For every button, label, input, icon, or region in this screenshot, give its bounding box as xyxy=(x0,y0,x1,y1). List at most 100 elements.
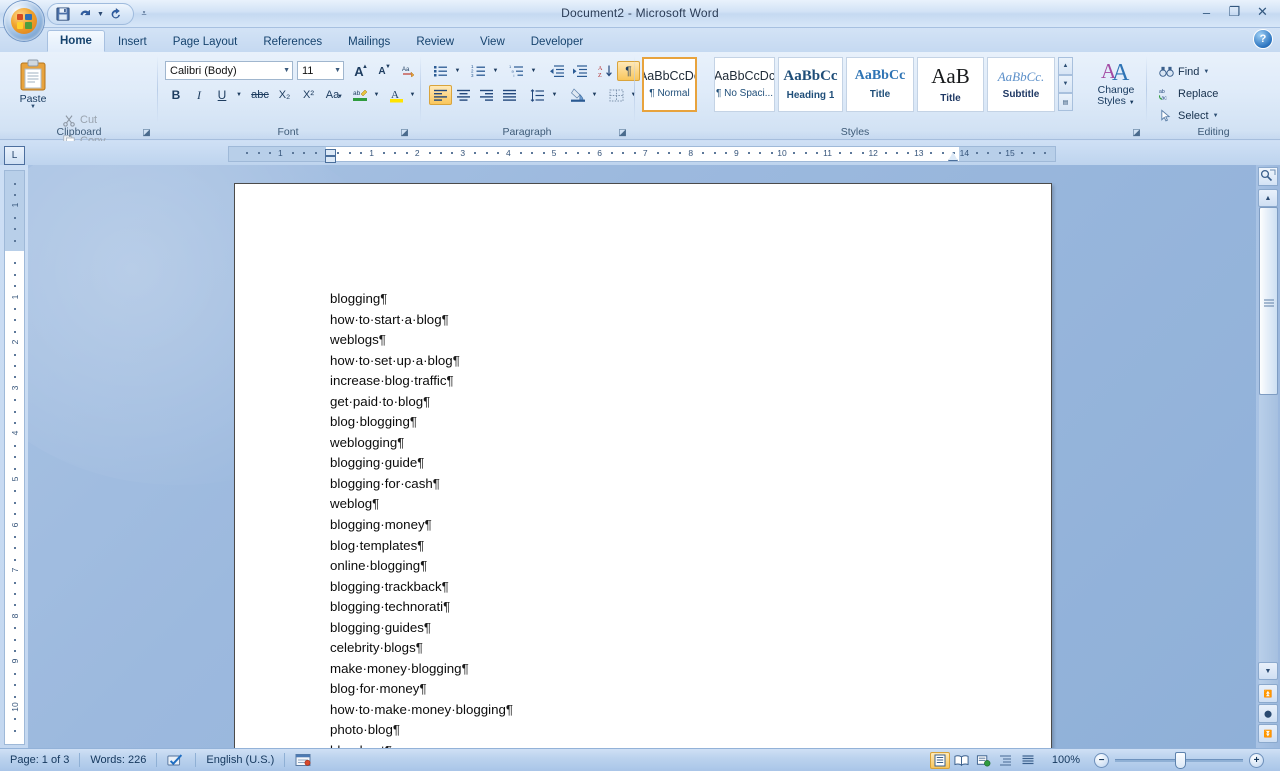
close-button[interactable]: ✕ xyxy=(1249,2,1276,22)
select-browse-object-small[interactable]: ⬤ xyxy=(1258,704,1278,723)
styles-dialog-launcher[interactable]: ◪ xyxy=(1131,127,1142,138)
zoom-level[interactable]: 100% xyxy=(1044,754,1088,766)
scrollbar-thumb[interactable] xyxy=(1259,207,1278,395)
clear-formatting-button[interactable]: Aa xyxy=(396,61,419,81)
align-left-button[interactable] xyxy=(429,85,452,105)
page-status[interactable]: Page: 1 of 3 xyxy=(0,749,79,771)
undo-icon[interactable] xyxy=(75,5,94,23)
tab-page-layout[interactable]: Page Layout xyxy=(160,30,251,52)
select-button[interactable]: Select ▼ xyxy=(1155,106,1223,125)
find-button[interactable]: Find ▼ xyxy=(1155,62,1213,81)
justify-button[interactable] xyxy=(498,85,521,105)
zoom-track[interactable] xyxy=(1115,759,1243,762)
change-styles-button[interactable]: A A ChangeStyles ▼ xyxy=(1090,58,1142,122)
font-color-dropdown[interactable]: ▼ xyxy=(407,85,418,105)
grow-font-button[interactable]: A ▲ xyxy=(348,61,370,81)
styles-more-icon[interactable]: ▤ xyxy=(1058,93,1073,111)
style-item-title[interactable]: AaB Title xyxy=(917,57,984,112)
chevron-down-icon[interactable]: ▼ xyxy=(1203,69,1209,75)
office-button[interactable] xyxy=(4,1,44,41)
redo-icon[interactable] xyxy=(107,5,126,23)
tab-developer[interactable]: Developer xyxy=(518,30,596,52)
tab-stop-selector[interactable]: L xyxy=(4,146,25,165)
macro-status[interactable] xyxy=(285,749,321,771)
zoom-out-button[interactable]: − xyxy=(1094,753,1109,768)
subscript-button[interactable]: X₂ xyxy=(273,85,296,105)
clipboard-dialog-launcher[interactable]: ◪ xyxy=(141,127,152,138)
zoom-in-button[interactable]: + xyxy=(1249,753,1264,768)
zoom-slider[interactable]: − + xyxy=(1088,753,1280,768)
underline-button[interactable]: U xyxy=(211,85,233,105)
minimize-button[interactable]: – xyxy=(1193,2,1220,22)
numbering-button[interactable]: 123 xyxy=(467,61,490,81)
sort-button[interactable]: A Z xyxy=(594,61,617,81)
superscript-button[interactable]: X² xyxy=(297,85,320,105)
text-highlight-button[interactable]: ab xyxy=(348,85,372,105)
styles-gallery-scroll[interactable]: ▲ ▼ ▤ xyxy=(1058,57,1073,111)
style-item-heading-1[interactable]: AaBbCс Heading 1 xyxy=(778,57,843,112)
tab-references[interactable]: References xyxy=(250,30,335,52)
increase-indent-button[interactable] xyxy=(568,61,591,81)
web-layout-view-button[interactable] xyxy=(974,752,994,769)
tab-home[interactable]: Home xyxy=(47,30,105,52)
chevron-down-icon[interactable]: ▼ xyxy=(283,67,290,74)
full-screen-reading-view-button[interactable] xyxy=(952,752,972,769)
tab-view[interactable]: View xyxy=(467,30,518,52)
print-layout-view-button[interactable] xyxy=(930,752,950,769)
italic-button[interactable]: I xyxy=(188,85,210,105)
highlight-dropdown[interactable]: ▼ xyxy=(371,85,382,105)
shading-dropdown[interactable]: ▼ xyxy=(589,85,600,105)
change-case-button[interactable]: Aa ▼ xyxy=(321,85,344,105)
font-name-combo[interactable]: Calibri (Body) ▼ xyxy=(165,61,293,80)
align-center-button[interactable] xyxy=(452,85,475,105)
font-color-button[interactable]: A xyxy=(384,85,408,105)
chevron-down-icon[interactable]: ▼ xyxy=(1213,113,1219,119)
tab-mailings[interactable]: Mailings xyxy=(335,30,403,52)
font-size-combo[interactable]: 11 ▼ xyxy=(297,61,344,80)
multilevel-list-button[interactable]: 1ai xyxy=(505,61,528,81)
shading-button[interactable] xyxy=(566,85,589,105)
horizontal-ruler[interactable]: 1123456789101112131415 xyxy=(228,146,1056,162)
vertical-ruler[interactable]: 112345678910 xyxy=(4,170,25,745)
help-icon[interactable]: ? xyxy=(1254,30,1272,48)
multilevel-dropdown[interactable]: ▼ xyxy=(528,61,539,81)
next-page-button[interactable]: ⏬ xyxy=(1258,724,1278,743)
chevron-down-icon[interactable]: ▼ xyxy=(334,67,341,74)
replace-button[interactable]: ab ac Replace xyxy=(1155,84,1222,103)
line-spacing-button[interactable] xyxy=(526,85,549,105)
outline-view-button[interactable] xyxy=(996,752,1016,769)
draft-view-button[interactable] xyxy=(1018,752,1038,769)
indent-markers[interactable] xyxy=(325,143,339,165)
styles-scroll-up-icon[interactable]: ▲ xyxy=(1058,57,1073,75)
bullets-button[interactable] xyxy=(429,61,452,81)
styles-scroll-down-icon[interactable]: ▼ xyxy=(1058,75,1073,93)
numbering-dropdown[interactable]: ▼ xyxy=(490,61,501,81)
underline-dropdown[interactable]: ▼ xyxy=(233,85,245,105)
paragraph-dialog-launcher[interactable]: ◪ xyxy=(617,127,628,138)
save-icon[interactable] xyxy=(53,5,72,23)
align-right-button[interactable] xyxy=(475,85,498,105)
scroll-up-button[interactable]: ▲ xyxy=(1258,189,1278,207)
style-item-heading-2[interactable]: AaBbCc Title xyxy=(846,57,914,112)
document-page[interactable]: blogging¶how·to·start·a·blog¶weblogs¶how… xyxy=(234,183,1052,748)
document-text-area[interactable]: blogging¶how·to·start·a·blog¶weblogs¶how… xyxy=(330,289,1011,748)
shrink-font-button[interactable]: A ▼ xyxy=(371,61,393,81)
previous-page-button[interactable]: ⏫ xyxy=(1258,684,1278,703)
word-count-status[interactable]: Words: 226 xyxy=(80,749,156,771)
zoom-thumb[interactable] xyxy=(1175,752,1186,769)
paste-dropdown-arrow-icon[interactable]: ▼ xyxy=(30,105,36,110)
borders-button[interactable] xyxy=(605,85,628,105)
vertical-scrollbar[interactable]: ▲ ▼ ⏫ ⬤ ⏬ xyxy=(1256,165,1280,748)
bold-button[interactable]: B xyxy=(165,85,187,105)
paste-button[interactable]: Paste ▼ xyxy=(10,58,56,120)
strikethrough-button[interactable]: abc xyxy=(248,85,272,105)
language-status[interactable]: English (U.S.) xyxy=(196,749,284,771)
proofing-status[interactable] xyxy=(157,749,195,771)
tab-insert[interactable]: Insert xyxy=(105,30,160,52)
style-item-normal[interactable]: AaBbCcDc ¶ Normal xyxy=(642,57,697,112)
font-dialog-launcher[interactable]: ◪ xyxy=(399,127,410,138)
line-spacing-dropdown[interactable]: ▼ xyxy=(549,85,560,105)
undo-dropdown-arrow-icon[interactable]: ▼ xyxy=(97,11,104,18)
restore-button[interactable]: ❐ xyxy=(1221,2,1248,22)
scrollbar-track[interactable] xyxy=(1259,395,1278,690)
